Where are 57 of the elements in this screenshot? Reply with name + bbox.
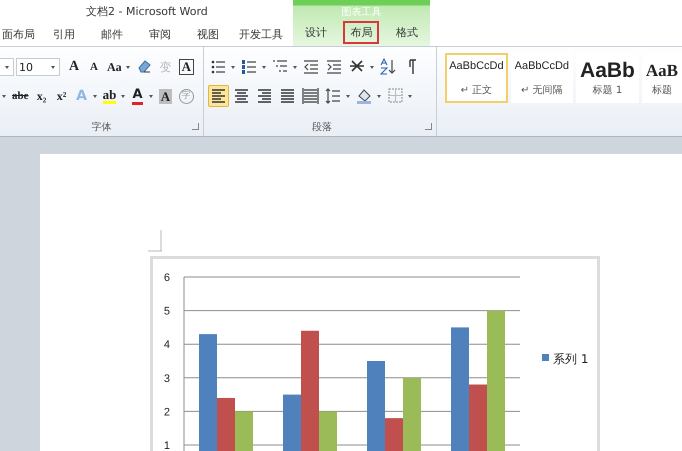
window-title: 文档2 - Microsoft Word	[86, 4, 208, 18]
axis-tick-label: 2	[164, 406, 170, 418]
dialog-launcher-icon[interactable]	[425, 123, 432, 130]
ribbon-tab[interactable]: 设计	[298, 20, 334, 44]
contextual-tab-title: 图表工具	[340, 6, 382, 20]
strikethrough-button[interactable]: abe	[10, 85, 30, 107]
ribbon-tab[interactable]: 面布局	[0, 22, 40, 46]
axis-tick-label: 3	[164, 372, 170, 385]
change-case-button[interactable]: Aa	[105, 56, 124, 78]
grow-font-button[interactable]: A	[65, 56, 83, 78]
dropdown-caret-icon[interactable]	[370, 66, 374, 68]
axis-tick-label: 5	[164, 306, 170, 318]
dialog-launcher-icon[interactable]	[192, 123, 199, 130]
distributed-icon[interactable]	[300, 85, 321, 107]
shrink-font-button[interactable]: A	[85, 56, 103, 78]
legend-swatch	[542, 354, 549, 361]
ribbon-tab[interactable]: 格式	[389, 20, 426, 44]
font-size-dropdown[interactable]: 10	[16, 58, 60, 76]
style-gallery-item[interactable]: AaBbCcDd ↵ 无间隔	[510, 53, 574, 103]
chart-frame[interactable]: 1 2 3 4 5 6 系列 1	[150, 256, 600, 451]
axis-tick-label: 4	[164, 339, 170, 352]
style-gallery-item[interactable]: AaBb 标题 1	[576, 53, 639, 103]
font-color-button[interactable]: A	[128, 85, 146, 107]
dropdown-caret-icon[interactable]	[376, 94, 381, 98]
dropdown-caret-icon[interactable]	[148, 94, 152, 98]
legend-label: 系列 1	[553, 352, 588, 366]
ribbon-tab[interactable]: 引用	[40, 22, 88, 46]
ribbon-tab[interactable]: 审阅	[136, 22, 184, 46]
dropdown-caret-icon[interactable]	[51, 66, 55, 68]
superscript-button[interactable]: x²	[52, 85, 70, 107]
style-gallery-item[interactable]: AaBbCcDd ↵ 正文	[445, 53, 508, 103]
chart-bar	[235, 411, 253, 451]
dropdown-caret-icon[interactable]	[4, 66, 8, 68]
highlight-button[interactable]: ab	[100, 85, 118, 107]
group-label: 字体	[91, 120, 112, 134]
dropdown-caret-icon[interactable]	[230, 66, 235, 68]
style-gallery-item[interactable]: AaB 标题	[642, 53, 682, 103]
axis-tick-label: 6	[164, 272, 170, 284]
dropdown-caret-icon[interactable]	[126, 66, 130, 68]
dropdown-caret-icon[interactable]	[292, 66, 297, 68]
subscript-button[interactable]: x₂	[32, 85, 50, 107]
dropdown-caret-icon[interactable]	[92, 94, 96, 98]
margin-corner-mark	[148, 230, 162, 252]
ribbon-tab[interactable]: 邮件	[88, 22, 136, 46]
font-name-dropdown[interactable]	[0, 58, 14, 76]
align-left-icon[interactable]	[208, 85, 229, 107]
ribbon-tab[interactable]: 视图	[184, 22, 232, 46]
dropdown-caret-icon[interactable]	[346, 94, 350, 98]
dropdown-caret-icon[interactable]	[2, 94, 6, 98]
dropdown-caret-icon[interactable]	[262, 66, 266, 68]
character-border-button[interactable]: A	[176, 56, 196, 78]
ribbon-tab[interactable]: 开发工具	[232, 22, 290, 46]
ribbon-tab[interactable]: 布局	[343, 20, 380, 44]
axis-tick-label: 1	[164, 440, 170, 451]
dropdown-caret-icon[interactable]	[120, 94, 124, 98]
group-label: 段落	[312, 120, 332, 134]
dropdown-caret-icon[interactable]	[408, 94, 412, 98]
